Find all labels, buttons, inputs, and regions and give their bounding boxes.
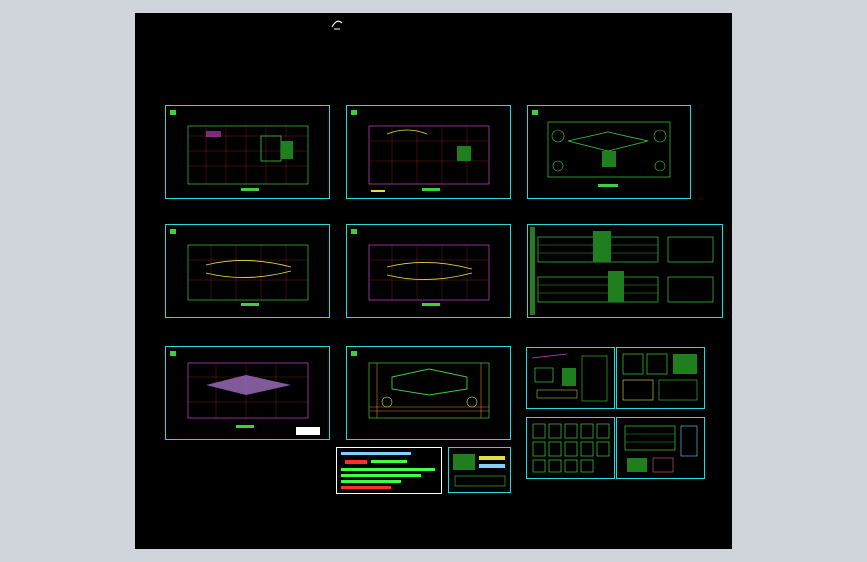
detail-drawing xyxy=(624,425,698,473)
floor-plan-drawing xyxy=(351,110,490,192)
sheet-site-plan[interactable] xyxy=(527,105,691,199)
sheet-detail-2[interactable] xyxy=(616,347,705,409)
sheet-floor-plan-3[interactable] xyxy=(165,224,330,318)
sheet-floor-plan-5[interactable] xyxy=(165,346,330,440)
legend-drawing xyxy=(453,454,506,487)
roof-plan-drawing xyxy=(351,351,490,419)
sheet-detail-1[interactable] xyxy=(526,347,615,409)
floor-plan-drawing xyxy=(170,110,309,191)
detail-drawing xyxy=(532,423,610,473)
floor-plan-drawing xyxy=(351,229,490,306)
title-stamp xyxy=(336,447,442,494)
floor-plan-drawing xyxy=(170,229,309,306)
sheet-legend[interactable] xyxy=(448,447,511,493)
sheet-detail-4[interactable] xyxy=(616,417,705,479)
stamp-graphic xyxy=(341,452,435,489)
drawing-canvas[interactable] xyxy=(135,13,732,549)
site-plan-drawing xyxy=(532,110,671,187)
sheet-detail-3[interactable] xyxy=(526,417,615,479)
sheet-floor-plan-1[interactable] xyxy=(165,105,330,199)
sheet-floor-plan-4[interactable] xyxy=(346,224,511,318)
elevation-drawing xyxy=(530,227,714,315)
detail-drawing xyxy=(531,353,608,402)
cad-logo-icon xyxy=(331,20,343,30)
sheet-roof-plan[interactable] xyxy=(346,346,511,440)
sheet-elevations[interactable] xyxy=(527,224,723,318)
sheet-floor-plan-2[interactable] xyxy=(346,105,511,199)
detail-drawing xyxy=(622,353,698,401)
floor-plan-drawing xyxy=(170,351,320,435)
